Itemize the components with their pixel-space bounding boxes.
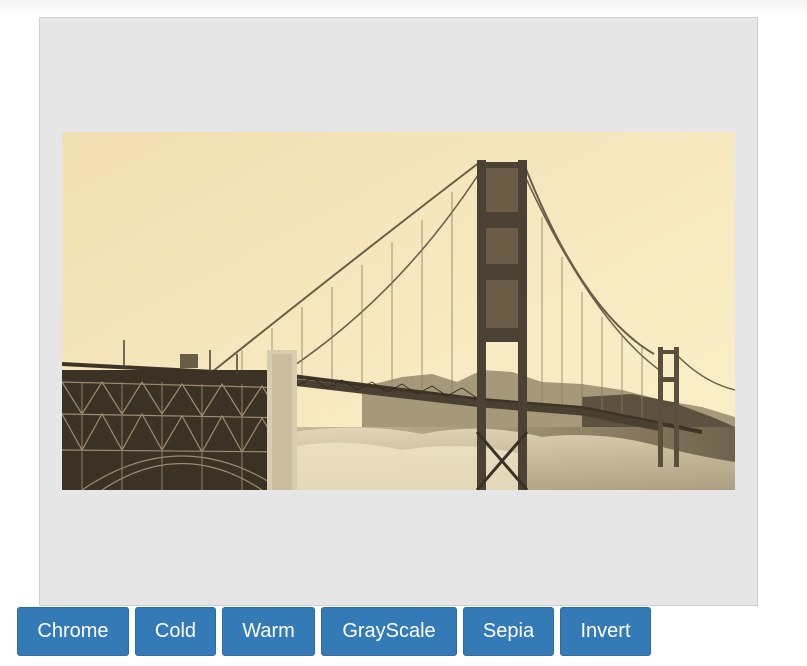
warm-filter-button[interactable]: Warm bbox=[222, 607, 315, 656]
sepia-filter-button[interactable]: Sepia bbox=[463, 607, 554, 656]
cold-filter-button[interactable]: Cold bbox=[135, 607, 216, 656]
top-bar bbox=[0, 0, 807, 16]
bridge-photo bbox=[62, 132, 735, 490]
image-canvas bbox=[39, 17, 758, 606]
invert-filter-button[interactable]: Invert bbox=[560, 607, 651, 656]
chrome-filter-button[interactable]: Chrome bbox=[17, 607, 129, 656]
grayscale-filter-button[interactable]: GrayScale bbox=[321, 607, 457, 656]
